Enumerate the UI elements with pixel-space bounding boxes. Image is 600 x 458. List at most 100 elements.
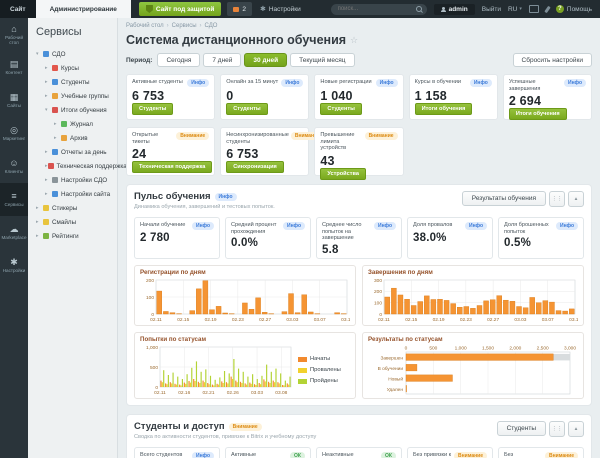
chevron-right-icon[interactable]: ▸ (45, 149, 52, 155)
topbar-settings-button[interactable]: ✱ Настройки (260, 0, 301, 18)
devices-button[interactable]: Устройства (320, 168, 366, 180)
tree-label: Курсы (61, 65, 79, 72)
notifications-button[interactable]: 2 (227, 2, 252, 16)
rail-item-settings[interactable]: ✱Настройки (0, 249, 28, 282)
chevron-down-icon[interactable]: ▾ (45, 107, 52, 113)
desktop-icon[interactable] (529, 5, 539, 13)
tree-item-stickers[interactable]: ▸Стикеры (36, 201, 117, 215)
chevron-right-icon[interactable]: ▸ (36, 205, 43, 211)
chevron-right-icon[interactable]: ▸ (45, 93, 52, 99)
svg-text:1,000: 1,000 (455, 346, 467, 352)
students-button[interactable]: Студенты (497, 421, 546, 436)
students-button[interactable]: Студенты (320, 103, 361, 115)
logout-link[interactable]: Выйти (482, 6, 501, 13)
rail-item-desktop[interactable]: ⌂Рабочий стол (0, 18, 28, 51)
support-button[interactable]: Техническая поддержка (132, 161, 212, 173)
chevron-right-icon[interactable]: ▸ (45, 79, 52, 85)
tab-admin[interactable]: Администрирование (36, 0, 131, 18)
status-badge: Инфо (470, 79, 492, 87)
language-selector[interactable]: RU ▾ (508, 6, 522, 13)
rail-item-sites[interactable]: ▦Сайты (0, 84, 28, 117)
period-7days-button[interactable]: 7 дней (203, 53, 241, 67)
tree-item-sdo[interactable]: ▾СДО (36, 47, 117, 61)
chevron-down-icon[interactable]: ▾ (36, 51, 43, 57)
stats-row-1: Активные студентыИнфо 6 753 Студенты Онл… (126, 74, 592, 120)
rail-item-services[interactable]: ≡Сервисы (0, 183, 28, 216)
card-value: 0.0% (231, 237, 305, 249)
search-icon[interactable] (416, 6, 422, 12)
help-button[interactable]: ? Помощь (556, 5, 592, 13)
app-window: Сайт Администрирование Сайт под защитой … (0, 0, 600, 458)
rail-item-content[interactable]: ▤Контент (0, 51, 28, 84)
svg-text:3,000: 3,000 (564, 346, 576, 352)
period-30days-button[interactable]: 30 дней (244, 53, 287, 67)
period-today-button[interactable]: Сегодня (157, 53, 200, 67)
rail-item-marketplace[interactable]: ☁Marketplace (0, 216, 28, 249)
training-results-button[interactable]: Итоги обучения (509, 108, 567, 120)
training-results-button[interactable]: Результаты обучения (462, 191, 546, 206)
tree-item-support[interactable]: ▸Техническая поддержка (36, 159, 117, 173)
collapse-button[interactable]: ▴ (568, 421, 584, 437)
tree-item-ratings[interactable]: ▸Рейтинги (36, 229, 117, 243)
chevron-right-icon[interactable]: ▸ (54, 135, 61, 141)
chevron-down-icon: ▾ (519, 6, 522, 12)
stat-card-inactive: НеактивныеОК 0 (316, 447, 402, 458)
tab-site[interactable]: Сайт (0, 0, 36, 18)
chevron-right-icon[interactable]: ▸ (45, 65, 52, 71)
support-icon (48, 163, 54, 169)
groups-icon (52, 93, 58, 99)
card-value: 0 (226, 89, 303, 103)
svg-text:02.19: 02.19 (433, 317, 445, 323)
reset-settings-button[interactable]: Сбросить настройки (513, 53, 592, 67)
breadcrumb-item[interactable]: СДО (205, 23, 218, 29)
tree-item-archive[interactable]: ▸Архив (36, 131, 117, 145)
tree-item-journal[interactable]: ▸Журнал (36, 117, 117, 131)
drag-handle-icon[interactable]: ⋮⋮ (549, 421, 565, 437)
chart-results-by-status: Результаты по статусам 05001,0001,5002,0… (362, 332, 584, 399)
metric-card-avg-progress: Средний процент прохожденияИнфо 0.0% (225, 217, 311, 259)
tree-item-courses[interactable]: ▸ Курсы (36, 61, 117, 75)
chevron-right-icon[interactable]: ▸ (36, 233, 43, 239)
chart-legend: Начаты Провалены Пройдены (294, 344, 350, 396)
rail-item-marketing[interactable]: ◎Маркетинг (0, 117, 28, 150)
user-button[interactable]: admin (434, 4, 475, 15)
chevron-right-icon[interactable]: ▸ (45, 177, 52, 183)
status-badge: Внимание (454, 452, 487, 458)
search-input[interactable] (336, 5, 416, 13)
tree-item-sdo-settings[interactable]: ▸Настройки СДО (36, 173, 117, 187)
favorite-star-icon[interactable]: ☆ (350, 35, 358, 46)
pulse-title: Пульс обучения (134, 191, 211, 202)
tree-item-smileys[interactable]: ▸Смайлы (36, 215, 117, 229)
stats-row-2: Открытые тикетыВнимание 24 Техническая п… (126, 127, 592, 176)
smileys-icon (43, 219, 49, 225)
chevron-right-icon[interactable]: ▸ (36, 219, 43, 225)
status-badge: Инфо (215, 193, 237, 201)
tree-item-daily-reports[interactable]: ▸ Отчеты за день (36, 145, 117, 159)
chevron-right-icon[interactable]: ▸ (45, 191, 52, 197)
students-button[interactable]: Студенты (132, 103, 173, 115)
pin-icon[interactable] (544, 5, 550, 12)
tree-label: Отчеты за день (61, 149, 107, 156)
tree-item-results[interactable]: ▾Итоги обучения (36, 103, 117, 117)
svg-text:03.11: 03.11 (569, 317, 578, 323)
period-label: Период: (126, 57, 152, 64)
collapse-button[interactable]: ▴ (568, 191, 584, 207)
drag-handle-icon[interactable]: ⋮⋮ (549, 191, 565, 207)
help-label: Помощь (567, 6, 592, 13)
students-cards-row: Всего студентовИнфо 6 753 АктивныеОК 6 7… (134, 447, 584, 458)
breadcrumb-item[interactable]: Рабочий стол (126, 23, 164, 29)
students-button[interactable]: Студенты (226, 103, 267, 115)
card-value: 6 753 (132, 89, 209, 103)
sync-button[interactable]: Синхронизация (226, 161, 284, 173)
period-month-button[interactable]: Текущий месяц (290, 53, 354, 67)
chart-completions-by-day: Завершения по дням 010020030002.1102.150… (362, 265, 584, 326)
site-protected-button[interactable]: Сайт под защитой (139, 2, 221, 16)
rail-item-clients[interactable]: ☺Клиенты (0, 150, 28, 183)
chevron-right-icon[interactable]: ▸ (54, 121, 61, 127)
tree-item-students[interactable]: ▸Студенты (36, 75, 117, 89)
training-results-button[interactable]: Итоги обучения (415, 103, 473, 115)
tree-item-site-settings[interactable]: ▸Настройки сайта (36, 187, 117, 201)
tree-item-groups[interactable]: ▸Учебные группы (36, 89, 117, 103)
breadcrumb-item[interactable]: Сервисы (172, 23, 197, 29)
svg-text:0: 0 (151, 312, 154, 318)
